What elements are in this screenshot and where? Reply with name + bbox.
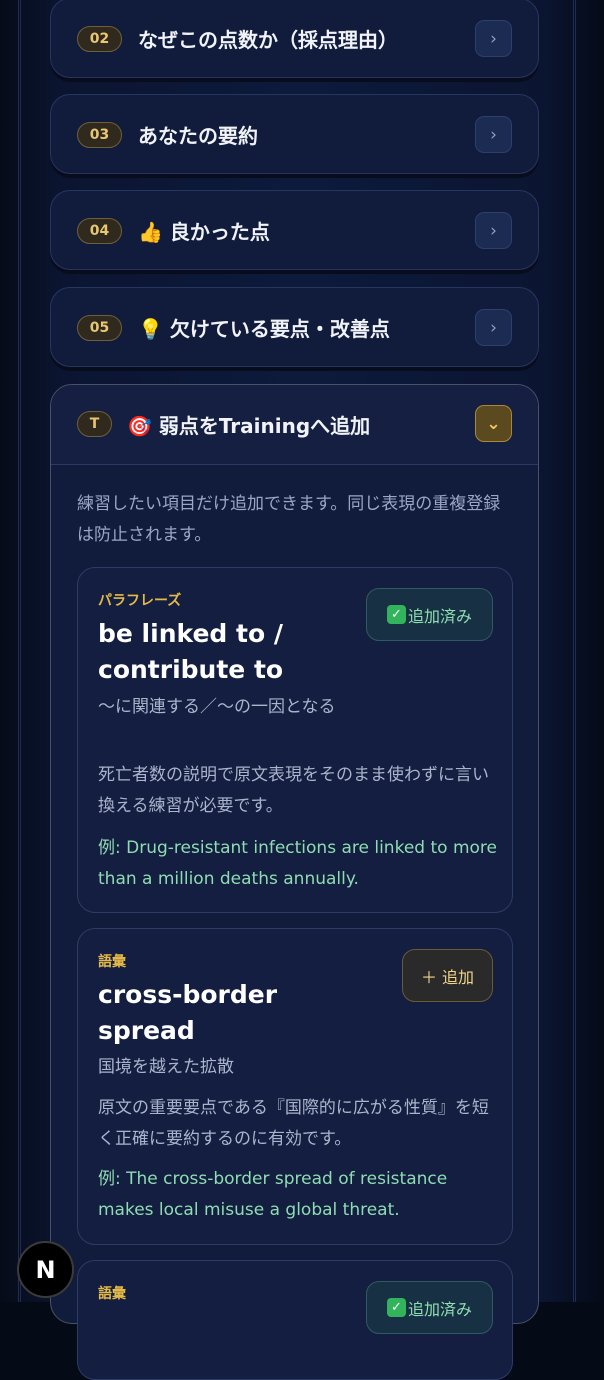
training-card: 語彙 cross-border spread 国境を越えた拡散 原文の重要要点で… [77, 928, 513, 1245]
card-kind-label: 語彙 [98, 1286, 126, 1302]
add-button[interactable]: ＋ 追加 [402, 949, 493, 1002]
card-kind-label: パラフレーズ [98, 593, 182, 609]
card-meaning: 国境を越えた拡散 [98, 1057, 234, 1077]
section-training-add: T 🎯 弱点をTrainingへ追加 ⌄ 練習したい項目だけ追加できます。同じ表… [50, 384, 539, 1380]
added-button-label: 追加済み [407, 1299, 472, 1319]
training-section-header[interactable]: T 🎯 弱点をTrainingへ追加 ⌄ [51, 385, 538, 465]
chevron-right-icon[interactable]: › [475, 309, 512, 346]
section-number-badge: 03 [77, 122, 122, 148]
card-reason: 死亡者数の説明で原文表現をそのまま使わずに言い換える練習が必要です。 [98, 765, 489, 816]
feedback-accordion: 02 なぜこの点数か（採点理由） › 03 あなたの要約 › 04 👍 良かった… [0, 0, 604, 1380]
check-icon: ✓ [386, 605, 406, 624]
training-card: 語彙 ✓ 追加済み [77, 1260, 513, 1380]
chevron-right-icon[interactable]: › [475, 116, 512, 153]
dev-tools-badge[interactable]: N [17, 1241, 74, 1298]
added-button[interactable]: ✓ 追加済み [366, 1281, 493, 1334]
section-title: なぜこの点数か（採点理由） [138, 28, 398, 52]
card-phrase: be linked to / contribute to [98, 619, 284, 684]
card-phrase: cross-border spread [98, 980, 278, 1045]
section-number-badge: 04 [77, 218, 122, 244]
section-number-badge: T [77, 411, 112, 437]
training-intro-text: 練習したい項目だけ追加できます。同じ表現の重複登録は防止されます。 [77, 494, 501, 545]
check-icon: ✓ [386, 1298, 406, 1317]
section-title: 🎯 弱点をTrainingへ追加 [127, 414, 371, 438]
training-card: パラフレーズ be linked to / contribute to 〜に関連… [77, 567, 513, 913]
section-your-summary[interactable]: 03 あなたの要約 › [50, 94, 539, 174]
card-reason: 原文の重要要点である『国際的に広がる性質』を短く正確に要約するのに有効です。 [98, 1098, 489, 1149]
chevron-right-icon[interactable]: › [475, 20, 512, 57]
section-number-badge: 02 [77, 26, 122, 52]
added-button-label: 追加済み [407, 606, 472, 626]
added-button[interactable]: ✓ 追加済み [366, 588, 493, 641]
chevron-right-icon[interactable]: › [475, 212, 512, 249]
section-title: あなたの要約 [138, 124, 258, 148]
card-meaning: 〜に関連する／〜の一因となる [98, 697, 336, 717]
card-kind-label: 語彙 [98, 954, 126, 970]
section-number-badge: 05 [77, 315, 122, 341]
section-good-points[interactable]: 04 👍 良かった点 › [50, 190, 539, 270]
card-example: 例: Drug-resistant infections are linked … [98, 838, 497, 889]
section-reason[interactable]: 02 なぜこの点数か（採点理由） › [50, 0, 539, 78]
section-title: 💡 欠けている要点・改善点 [138, 317, 390, 341]
chevron-down-icon[interactable]: ⌄ [475, 405, 512, 442]
section-improvements[interactable]: 05 💡 欠けている要点・改善点 › [50, 287, 539, 367]
card-example: 例: The cross-border spread of resistance… [98, 1169, 448, 1220]
section-title: 👍 良かった点 [138, 220, 270, 244]
